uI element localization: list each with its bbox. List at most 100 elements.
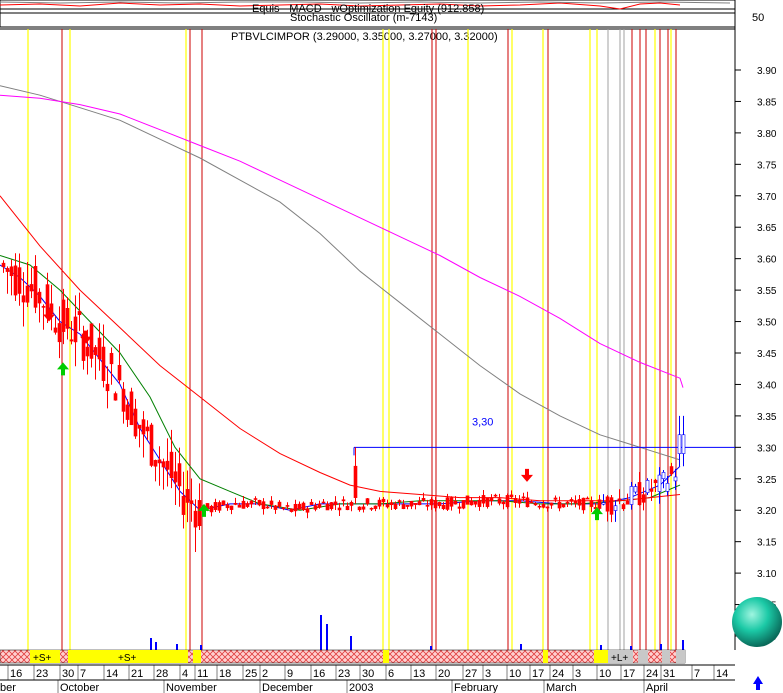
date-tick-label: 24 <box>552 668 564 680</box>
candle-body <box>277 501 282 507</box>
date-tick-label: 24 <box>646 668 658 680</box>
candle-body <box>577 499 582 506</box>
volume-bars <box>150 615 684 650</box>
signal-label: +S+ <box>118 653 137 664</box>
candle-body <box>229 505 234 510</box>
candle-body <box>141 419 146 435</box>
candle-body <box>293 503 298 512</box>
month-label: December <box>262 682 313 693</box>
date-tick-label: 18 <box>219 668 231 680</box>
volume-bar <box>200 645 202 650</box>
candle-body <box>529 501 534 504</box>
candle-body <box>253 498 258 500</box>
candle-body <box>149 424 154 466</box>
date-tick-label: 25 <box>245 668 257 680</box>
candle-body <box>629 486 634 505</box>
candle-body <box>209 505 214 513</box>
candle-body <box>393 503 398 509</box>
candle-body <box>257 499 262 506</box>
candle-body <box>53 327 58 333</box>
signal-vertical-lines <box>27 29 677 650</box>
volume-bar <box>600 645 602 650</box>
candle-body <box>57 323 62 343</box>
candle-body <box>397 500 402 502</box>
candle-body <box>337 507 342 511</box>
y-tick-label: 3.35 <box>757 412 777 423</box>
date-tick-label: 13 <box>413 668 425 680</box>
candle-body <box>173 471 178 483</box>
signal-zone-long <box>638 650 648 663</box>
date-tick-label: 30 <box>362 668 374 680</box>
candle-body <box>105 383 110 392</box>
volume-bar <box>520 644 522 650</box>
candle-body <box>477 499 482 507</box>
volume-bar <box>660 644 662 650</box>
candle-body <box>161 461 166 468</box>
candle-body <box>457 506 462 509</box>
candle-body <box>521 496 526 499</box>
scroll-up-arrow-icon[interactable] <box>753 676 763 690</box>
date-tick-label: 17 <box>623 668 635 680</box>
candle-body <box>561 503 566 508</box>
oscillator-title: Stochastic Oscillator (m-7143) <box>290 12 437 24</box>
y-tick-label: 3.75 <box>757 160 777 171</box>
candle-body <box>445 497 450 510</box>
candle-body <box>325 503 330 511</box>
candle-body <box>377 499 382 507</box>
y-tick-label: 3.50 <box>757 318 777 329</box>
candle-body <box>501 501 506 505</box>
candle-body <box>657 474 662 492</box>
candle-body <box>145 426 150 432</box>
candle-body <box>153 460 158 467</box>
signal-zone-long <box>676 650 685 663</box>
candle-body <box>441 504 446 510</box>
candle-body <box>581 497 586 511</box>
indicator-axis-label: 50 <box>752 12 764 24</box>
candle-body <box>465 495 470 505</box>
candle-body <box>69 339 74 342</box>
candle-body <box>649 488 654 492</box>
date-tick-label: 14 <box>106 668 118 680</box>
candle-body <box>85 346 90 357</box>
candle-body <box>389 502 394 506</box>
price-title: PTBVLCIMPOR (3.29000, 3.35000, 3.27000, … <box>231 31 498 43</box>
candle-body <box>453 500 458 505</box>
candle-body <box>281 507 286 510</box>
date-tick-label: 9 <box>287 668 293 680</box>
candle-body <box>333 501 338 506</box>
candle-body <box>245 503 250 507</box>
candle-body <box>169 451 174 479</box>
candle-body <box>261 501 266 510</box>
month-label: March <box>546 682 577 693</box>
candle-body <box>661 472 666 480</box>
date-tick-label: 16 <box>10 668 22 680</box>
candle-body <box>429 499 434 506</box>
signal-zone-long <box>662 650 670 663</box>
volume-bar <box>176 644 178 650</box>
candle-body <box>157 459 162 464</box>
candle-body <box>189 500 194 504</box>
candle-body <box>197 500 202 527</box>
candle-body <box>537 505 542 508</box>
candle-body <box>37 291 42 304</box>
candle-body <box>33 266 38 308</box>
y-tick-label: 3.10 <box>757 569 777 580</box>
price-axis: 3.90 3.85 3.80 3.75 3.70 3.65 3.60 3.55 3.50 3.45… <box>735 66 777 643</box>
candle-body <box>241 500 246 509</box>
candle-body <box>545 506 550 509</box>
candle-body <box>405 504 410 507</box>
candle-body <box>133 408 138 437</box>
candle-body <box>273 505 278 510</box>
candle-body <box>1 262 6 267</box>
candle-body <box>101 346 106 381</box>
scroll-ball-icon[interactable] <box>732 597 782 647</box>
candle-body <box>665 483 670 492</box>
candle-body <box>29 284 34 292</box>
candle-body <box>401 504 406 510</box>
candle-body <box>489 497 494 502</box>
signal-bar: +S+ +S+ +L+ <box>0 649 686 664</box>
candle-body <box>505 495 510 508</box>
date-tick-label: 11 <box>197 668 208 680</box>
candle-body <box>225 504 230 509</box>
volume-bar <box>326 624 328 650</box>
